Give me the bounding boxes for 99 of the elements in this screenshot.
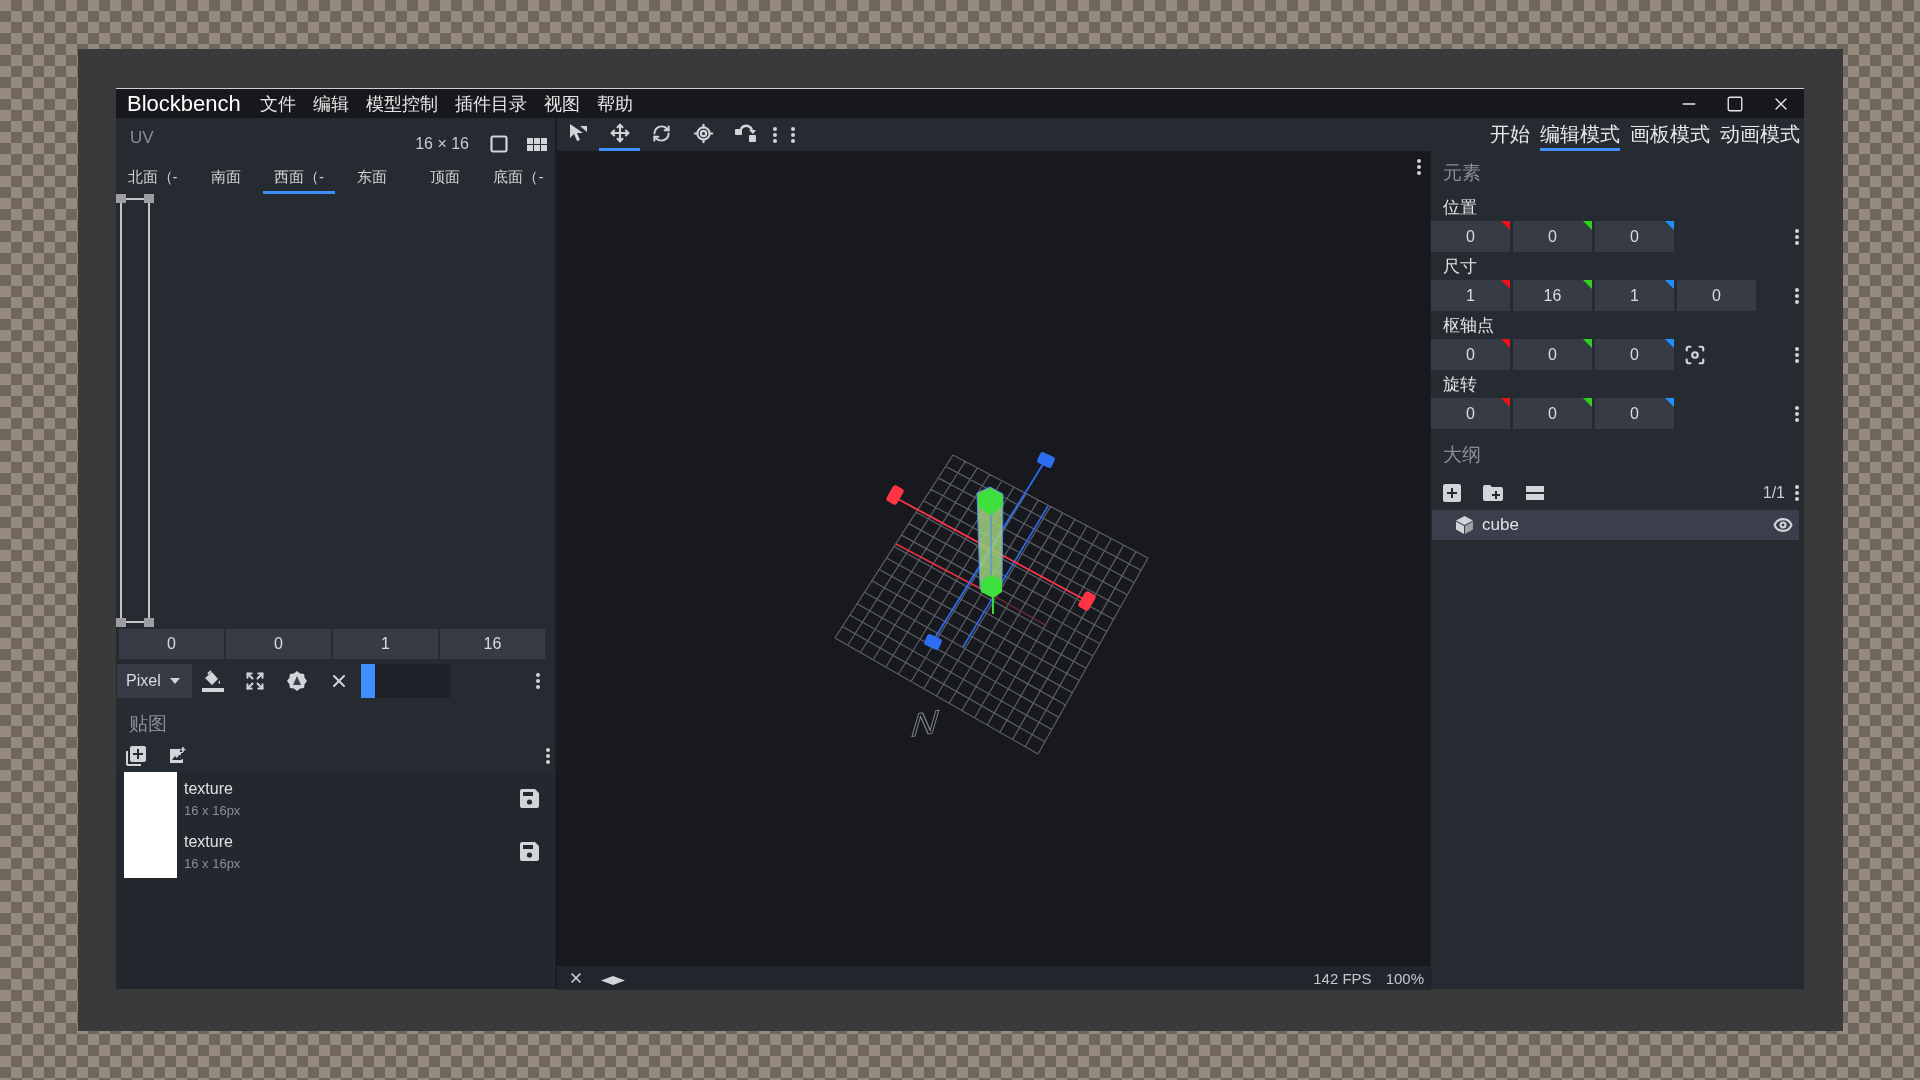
more-icon[interactable] <box>1795 228 1799 245</box>
number-field[interactable]: 0 <box>119 629 224 659</box>
snap-arrow-icon[interactable] <box>734 124 757 142</box>
outliner-item[interactable]: cube <box>1432 510 1799 540</box>
panel-title: 大纲 <box>1443 445 1481 464</box>
face-tab[interactable]: 东面 <box>336 161 408 194</box>
uv-corner-handle[interactable] <box>144 194 154 203</box>
number-field[interactable]: 0 <box>1513 339 1592 370</box>
maximize-icon[interactable] <box>1726 94 1744 113</box>
item-count: 1/1 <box>1762 484 1785 501</box>
number-field[interactable]: 0 <box>1431 221 1510 252</box>
mode-tab[interactable]: 画板模式 <box>1630 118 1710 151</box>
number-field[interactable]: 1 <box>333 629 438 659</box>
app-name: Blockbench <box>127 92 241 115</box>
compass-label: N <box>906 702 944 745</box>
menu-item[interactable]: 视图 <box>543 94 580 113</box>
face-tab[interactable]: 北面（- <box>117 161 189 194</box>
more-icon[interactable] <box>1795 405 1799 422</box>
more-icon[interactable] <box>773 126 777 143</box>
texture-thumbnail <box>124 772 177 825</box>
face-tab[interactable]: 顶面 <box>409 161 481 194</box>
number-field[interactable]: 0 <box>1431 398 1510 429</box>
folder-plus-icon[interactable] <box>1483 484 1503 501</box>
panel-title: 元素 <box>1443 162 1481 182</box>
number-field[interactable]: 0 <box>226 629 331 659</box>
menu-item[interactable]: 模型控制 <box>365 94 438 113</box>
number-field[interactable]: 1 <box>1595 280 1674 311</box>
number-field[interactable]: 16 <box>440 629 545 659</box>
more-icon[interactable] <box>546 748 550 764</box>
bars-icon[interactable] <box>1526 485 1544 500</box>
crosshair-icon[interactable] <box>693 122 714 144</box>
menu-item[interactable]: 帮助 <box>596 94 633 113</box>
number-field[interactable]: 0 <box>1595 221 1674 252</box>
focus-icon[interactable] <box>1684 343 1706 366</box>
number-field[interactable]: 0 <box>1431 339 1510 370</box>
add-box-icon[interactable] <box>1443 483 1461 502</box>
uv-selection-box[interactable] <box>120 198 150 623</box>
mode-tab[interactable]: 编辑模式 <box>1540 118 1620 151</box>
x-axis-gizmo[interactable] <box>885 484 1097 612</box>
zoom-level: 100% <box>1385 970 1424 986</box>
property-label: 旋转 <box>1443 375 1477 393</box>
property-label: 位置 <box>1443 198 1477 216</box>
uv-corner-handle[interactable] <box>116 194 126 203</box>
more-icon[interactable] <box>1795 346 1799 363</box>
move-icon[interactable] <box>609 123 630 143</box>
number-field[interactable]: 0 <box>1595 339 1674 370</box>
mode-tab[interactable]: 开始 <box>1490 118 1530 151</box>
more-icon[interactable] <box>791 126 795 143</box>
mode-dropdown[interactable]: Pixel <box>117 664 192 698</box>
expand-icon[interactable] <box>245 671 265 691</box>
menu-item[interactable]: 插件目录 <box>454 94 527 113</box>
number-field[interactable]: 0 <box>1677 280 1756 311</box>
number-field[interactable]: 0 <box>1513 221 1592 252</box>
caret-icon <box>169 678 180 684</box>
number-field[interactable]: 0 <box>1595 398 1674 429</box>
uv-corner-handle[interactable] <box>144 618 154 627</box>
more-icon[interactable] <box>1417 159 1421 175</box>
face-tab[interactable]: 西面（- <box>263 161 335 194</box>
cursor-icon[interactable] <box>567 123 588 143</box>
3d-viewport[interactable]: N <box>557 151 1430 966</box>
tint-slider[interactable] <box>361 664 450 698</box>
menu-item[interactable]: 编辑 <box>312 94 349 113</box>
more-icon[interactable] <box>1795 287 1799 304</box>
diamond-icon[interactable] <box>601 975 625 985</box>
texture-size: 16 x 16px <box>184 803 241 817</box>
panel-title: UV <box>130 129 154 146</box>
texture-size-label: 16 × 16 <box>415 136 469 152</box>
uv-corner-handle[interactable] <box>116 618 126 627</box>
mode-tab[interactable]: 动画模式 <box>1720 118 1800 151</box>
selected-cube[interactable] <box>976 486 1004 598</box>
save-icon[interactable] <box>520 789 539 808</box>
grid-icon[interactable] <box>527 137 547 151</box>
badge-icon[interactable] <box>287 671 307 691</box>
paint-bucket-icon[interactable] <box>202 670 224 692</box>
x-mark-icon[interactable] <box>568 970 584 986</box>
menu-item[interactable]: 文件 <box>259 94 296 113</box>
face-tab[interactable]: 南面 <box>190 161 262 194</box>
property-label: 尺寸 <box>1443 257 1477 275</box>
number-field[interactable]: 0 <box>1513 398 1592 429</box>
texture-name[interactable]: texture <box>184 833 241 850</box>
more-icon[interactable] <box>536 673 540 689</box>
image-plus-icon[interactable] <box>168 747 186 765</box>
more-icon[interactable] <box>1795 484 1799 501</box>
cube-icon <box>1456 516 1473 534</box>
add-layers-icon[interactable] <box>126 746 146 766</box>
z-axis-gizmo[interactable] <box>923 451 1056 651</box>
rotate-icon[interactable] <box>652 123 671 143</box>
number-field[interactable]: 16 <box>1513 280 1592 311</box>
fps-counter: 142 FPS <box>1313 970 1372 986</box>
panel-title: 贴图 <box>129 713 167 733</box>
texture-size: 16 x 16px <box>184 856 241 870</box>
square-icon[interactable] <box>489 134 509 154</box>
property-label: 枢轴点 <box>1443 316 1494 334</box>
eye-icon[interactable] <box>1773 515 1793 535</box>
texture-thumbnail <box>124 825 177 878</box>
number-field[interactable]: 1 <box>1431 280 1510 311</box>
texture-name[interactable]: texture <box>184 780 241 797</box>
face-tab[interactable]: 底面（- <box>482 161 555 194</box>
save-icon[interactable] <box>520 842 539 861</box>
